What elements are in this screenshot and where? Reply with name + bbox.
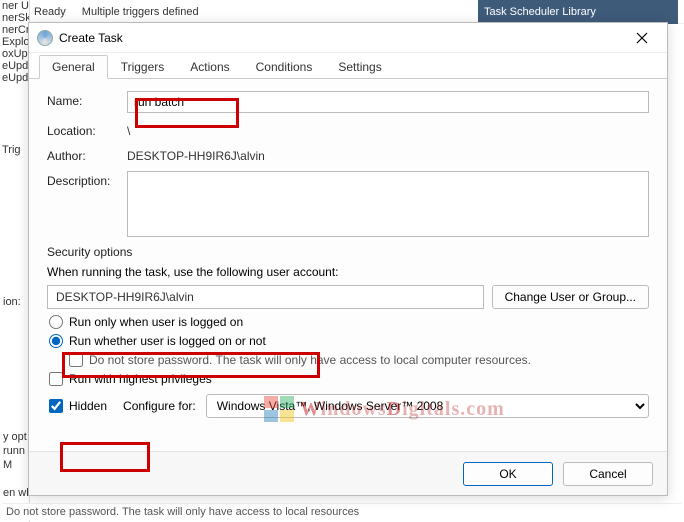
name-input[interactable]: [127, 91, 649, 113]
ok-button[interactable]: OK: [463, 462, 553, 486]
description-input[interactable]: [127, 171, 649, 237]
tab-conditions[interactable]: Conditions: [243, 55, 326, 78]
checkbox-hidden[interactable]: [49, 399, 63, 413]
description-label: Description:: [47, 171, 127, 188]
tab-settings[interactable]: Settings: [325, 55, 394, 78]
close-icon: [636, 32, 648, 44]
tab-general[interactable]: General: [39, 55, 108, 79]
security-options-header: Security options: [47, 245, 649, 259]
location-value: \: [127, 121, 130, 138]
name-label: Name:: [47, 91, 127, 108]
dialog-footer: OK Cancel: [29, 451, 667, 495]
dialog-title: Create Task: [59, 31, 123, 45]
close-button[interactable]: [625, 27, 659, 49]
task-scheduler-icon: [37, 30, 53, 46]
configure-for-label: Configure for:: [123, 399, 196, 413]
checkbox-hidden-label: Hidden: [69, 399, 107, 413]
background-library-header: Task Scheduler Library: [478, 0, 678, 24]
tab-triggers[interactable]: Triggers: [108, 55, 178, 78]
tab-actions[interactable]: Actions: [177, 55, 242, 78]
background-footer-note: Do not store password. The task will onl…: [2, 503, 682, 520]
create-task-dialog: Create Task General Triggers Actions Con…: [28, 22, 668, 496]
checkbox-highest-priv[interactable]: [49, 372, 63, 386]
bg-label: ion:: [0, 295, 30, 309]
radio-run-logged-on[interactable]: [49, 315, 63, 329]
titlebar: Create Task: [29, 23, 667, 53]
checkbox-no-store-pw-label: Do not store password. The task will onl…: [89, 353, 531, 367]
cancel-button[interactable]: Cancel: [563, 462, 653, 486]
run-as-text: When running the task, use the following…: [47, 265, 649, 279]
checkbox-no-store-pw[interactable]: [69, 353, 83, 367]
author-label: Author:: [47, 146, 127, 163]
checkbox-highest-priv-row[interactable]: Run with highest privileges: [47, 372, 649, 386]
tab-strip: General Triggers Actions Conditions Sett…: [29, 53, 667, 79]
radio-run-logged-on-label: Run only when user is logged on: [69, 315, 243, 329]
location-label: Location:: [47, 121, 127, 138]
radio-run-whether-label: Run whether user is logged on or not: [69, 334, 266, 348]
radio-run-logged-on-row[interactable]: Run only when user is logged on: [47, 315, 649, 329]
configure-for-select[interactable]: Windows Vista™, Windows Server™ 2008: [206, 394, 649, 418]
radio-run-whether[interactable]: [49, 334, 63, 348]
user-account-display: DESKTOP-HH9IR6J\alvin: [47, 285, 484, 309]
change-user-button[interactable]: Change User or Group...: [492, 285, 649, 309]
author-value: DESKTOP-HH9IR6J\alvin: [127, 146, 265, 163]
tab-body-general: Name: Location: \ Author: DESKTOP-HH9IR6…: [29, 79, 667, 451]
checkbox-hidden-row[interactable]: Hidden: [47, 399, 107, 413]
checkbox-no-store-pw-row[interactable]: Do not store password. The task will onl…: [67, 353, 649, 367]
radio-run-whether-row[interactable]: Run whether user is logged on or not: [47, 334, 649, 348]
checkbox-highest-priv-label: Run with highest privileges: [69, 372, 212, 386]
